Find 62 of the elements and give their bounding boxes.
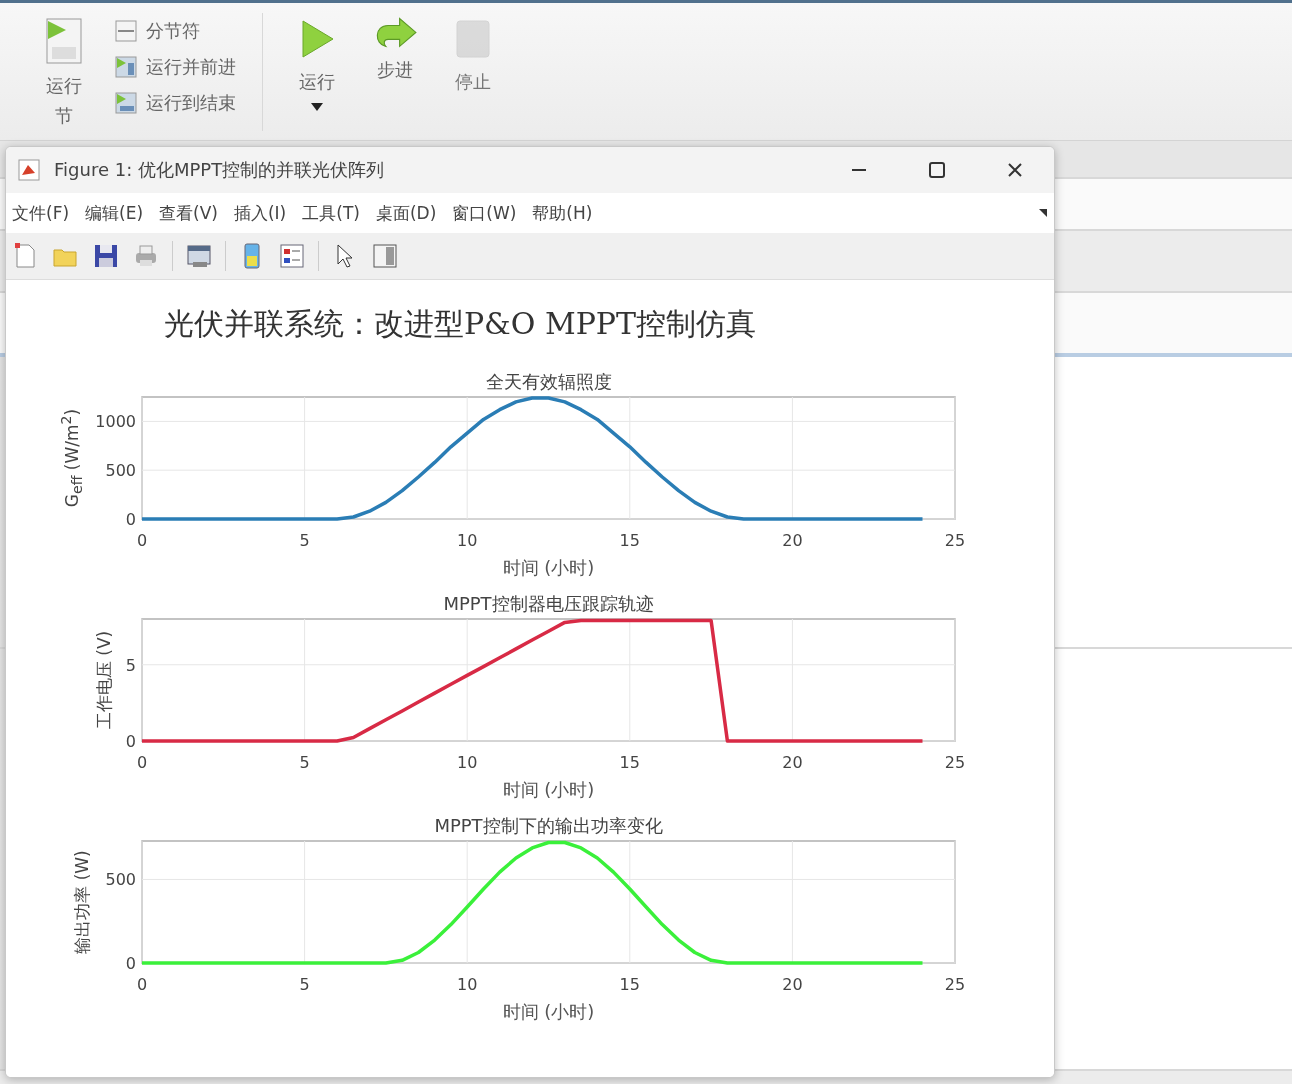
ribbon-button[interactable]: 分节符 [114, 19, 236, 43]
tick-label: 1000 [95, 412, 136, 432]
menu-item[interactable]: 桌面(D) [375, 199, 437, 227]
menu-item[interactable]: 插入(I) [233, 199, 287, 227]
tick-label: 0 [125, 510, 136, 529]
run-button[interactable]: 运行 [289, 17, 345, 137]
x-axis-label: 时间 (小时) [502, 557, 595, 578]
dock-arrow-icon[interactable] [1038, 208, 1048, 218]
ribbon-button[interactable]: 运行到结束 [114, 91, 236, 115]
tick-label: 10 [457, 753, 478, 772]
tick-label: 15 [619, 753, 640, 772]
section-break-icon [114, 19, 138, 43]
run-section-button[interactable]: 运行节 [36, 17, 92, 137]
tick-label: 10 [457, 975, 478, 994]
ribbon-button[interactable]: 运行并前进 [114, 55, 236, 79]
tick-label: 5 [299, 753, 310, 772]
y-axis-label: 工作电压 (V) [93, 629, 115, 732]
tick-label: 0 [125, 732, 136, 751]
window-icon[interactable] [185, 242, 213, 270]
step-button[interactable]: 步进 [367, 17, 423, 137]
tick-label: 500 [105, 461, 136, 481]
menu-item[interactable]: 帮助(H) [532, 199, 593, 227]
menu-item[interactable]: 文件(F) [12, 199, 70, 227]
tick-label: 0 [136, 531, 148, 550]
tick-label: 20 [782, 531, 803, 550]
menu-item[interactable]: 编辑(E) [85, 199, 144, 227]
menu-item[interactable]: 窗口(W) [452, 199, 517, 227]
tick-label: 15 [619, 975, 640, 994]
run-icon [114, 91, 138, 115]
caret-icon [311, 103, 323, 111]
legend-icon[interactable] [278, 242, 306, 270]
tick-label: 5 [299, 975, 310, 994]
panel-icon[interactable] [371, 242, 399, 270]
tick-label: 0 [136, 753, 148, 772]
tick-label: 10 [457, 531, 478, 550]
tick-label: 25 [944, 975, 966, 994]
window-title: Figure 1: 优化MPPT控制的并联光伏阵列 [54, 158, 386, 182]
close-icon[interactable] [1006, 161, 1024, 179]
tick-label: 500 [105, 870, 136, 890]
figure-title: 光伏并联系统：改进型P&O MPPT控制仿真 [163, 304, 757, 343]
tick-label: 0 [125, 954, 136, 973]
tick-label: 20 [782, 753, 803, 772]
chart-title: MPPT控制下的输出功率变化 [434, 815, 663, 836]
tick-label: 5 [125, 655, 136, 675]
run-section-icon [44, 17, 84, 65]
x-axis-label: 时间 (小时) [502, 1001, 595, 1022]
tick-label: 25 [944, 753, 966, 772]
figure-icon [18, 159, 40, 181]
menu-item[interactable]: 查看(V) [159, 199, 218, 227]
save-icon[interactable] [92, 242, 120, 270]
chart-title: 全天有效辐照度 [485, 371, 612, 392]
tick-label: 15 [619, 531, 640, 550]
maximize-icon[interactable] [928, 161, 946, 179]
run-icon [114, 55, 138, 79]
y-axis-label: 输出功率 (W) [71, 849, 93, 956]
chart-title: MPPT控制器电压跟踪轨迹 [443, 593, 654, 614]
menu-item[interactable]: 工具(T) [302, 199, 360, 227]
tick-label: 0 [136, 975, 148, 994]
tick-label: 25 [944, 531, 966, 550]
x-axis-label: 时间 (小时) [502, 779, 595, 800]
tick-label: 5 [299, 531, 310, 550]
tick-label: 20 [782, 975, 803, 994]
